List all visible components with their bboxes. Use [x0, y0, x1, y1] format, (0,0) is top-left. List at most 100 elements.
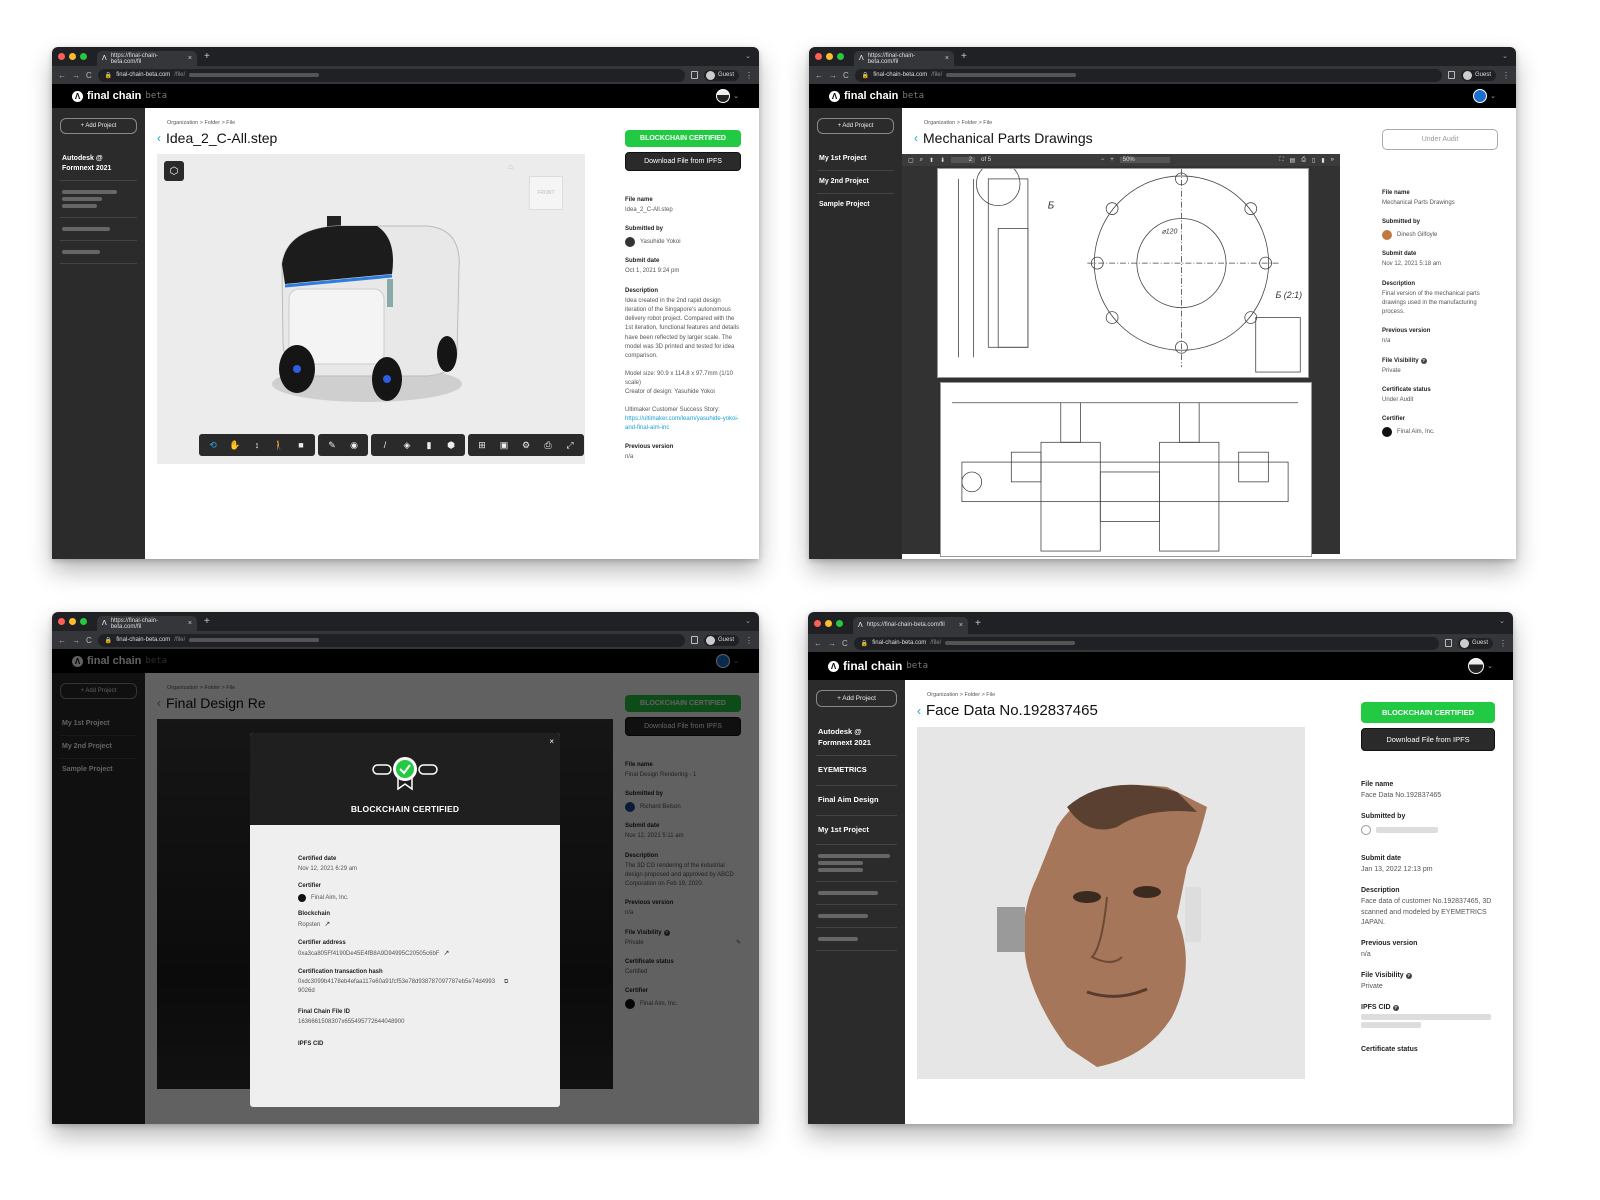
- maximize-window-button[interactable]: [80, 618, 87, 625]
- maximize-window-button[interactable]: [80, 53, 87, 60]
- brand-logo[interactable]: Λfinal chainbeta: [828, 659, 928, 673]
- profile-button[interactable]: Guest: [703, 69, 739, 81]
- close-window-button[interactable]: [58, 53, 65, 60]
- translate-icon[interactable]: [690, 71, 698, 79]
- 3d-scan-viewer[interactable]: [917, 727, 1305, 1079]
- structure-icon[interactable]: ⊞: [471, 436, 493, 454]
- profile-button[interactable]: Guest: [1460, 69, 1496, 81]
- back-chevron-icon[interactable]: ‹: [917, 704, 921, 718]
- page-number-input[interactable]: 2: [951, 157, 976, 163]
- tab-search-icon[interactable]: ⌄: [745, 52, 751, 60]
- browser-tab[interactable]: Λ https://final-chain-beta.com/fil ×: [853, 616, 968, 634]
- address-bar[interactable]: 🔒 final-chain-beta.com/file/: [97, 68, 685, 82]
- address-bar[interactable]: 🔒 final-chain-beta.com/file/: [854, 68, 1442, 82]
- under-audit-button[interactable]: Under Audit: [1382, 129, 1498, 150]
- home-view-icon[interactable]: ⌂: [508, 162, 513, 171]
- walk-icon[interactable]: 🚶: [268, 436, 290, 454]
- sidebar-item-redacted[interactable]: [60, 181, 137, 219]
- browser-menu-icon[interactable]: ⋮: [745, 71, 753, 80]
- next-page-icon[interactable]: ⬇: [940, 157, 945, 164]
- 3d-model-viewer[interactable]: ⬡ ⌂ FRONT ⟲ ✋ ↕ 🚶 ■ ✎ ◉ / ◈ ▮ ⬢ ⊞ ▣ ⚙ ⎙ …: [157, 154, 585, 464]
- browser-tab[interactable]: Λ https://final-chain-beta.com/fil ×: [97, 51, 197, 66]
- model-browser-icon[interactable]: ⬡: [164, 161, 184, 181]
- reload-icon[interactable]: C: [843, 71, 849, 80]
- find-icon[interactable]: ⌕: [920, 157, 923, 164]
- pdf-viewer[interactable]: ▢ ⌕ ⬆ ⬇ 2 of 5 − + 50% ⛶ ▤ ⎙ ▯ ▮ » Б Б (…: [902, 154, 1340, 557]
- back-nav-icon[interactable]: ←: [815, 71, 823, 80]
- browser-menu-icon[interactable]: ⋮: [1499, 639, 1507, 648]
- close-tab-icon[interactable]: ×: [945, 55, 949, 62]
- zoom-select[interactable]: 50%: [1119, 157, 1170, 163]
- forward-nav-icon[interactable]: →: [828, 639, 836, 648]
- download-icon[interactable]: ▯: [1312, 157, 1315, 164]
- user-menu[interactable]: ⌄: [716, 89, 739, 103]
- section-icon[interactable]: ▮: [418, 436, 440, 454]
- blockchain-certified-button[interactable]: BLOCKCHAIN CERTIFIED: [1361, 702, 1495, 723]
- back-chevron-icon[interactable]: ‹: [157, 131, 161, 145]
- blockchain-certified-button[interactable]: BLOCKCHAIN CERTIFIED: [625, 130, 741, 147]
- view-cube[interactable]: FRONT: [529, 176, 563, 210]
- properties-icon[interactable]: ▣: [493, 436, 515, 454]
- markup-icon[interactable]: ✎: [321, 436, 343, 454]
- address-bar[interactable]: 🔒 final-chain-beta.com/file/: [853, 636, 1439, 650]
- browser-tab[interactable]: Λ https://final-chain-beta.com/fil ×: [854, 51, 954, 66]
- help-icon[interactable]: ?: [1392, 1004, 1399, 1011]
- sidebar-item-final-aim-design[interactable]: Final Aim Design: [816, 786, 897, 816]
- model-cube-icon[interactable]: ⬢: [440, 436, 462, 454]
- forward-nav-icon[interactable]: →: [829, 71, 837, 80]
- back-nav-icon[interactable]: ←: [58, 636, 66, 645]
- sidebar-item-redacted[interactable]: [816, 882, 897, 906]
- print-icon[interactable]: ⎙: [537, 436, 559, 454]
- brand-logo[interactable]: Λfinal chainbeta: [72, 90, 167, 102]
- pan-icon[interactable]: ✋: [224, 436, 246, 454]
- back-nav-icon[interactable]: ←: [58, 71, 66, 80]
- maximize-window-button[interactable]: [837, 53, 844, 60]
- sidebar-item-project[interactable]: Autodesk @ Formnext 2021: [60, 148, 137, 182]
- new-tab-button[interactable]: +: [204, 616, 210, 627]
- dolly-icon[interactable]: ↕: [246, 436, 268, 454]
- tab-search-icon[interactable]: ⌄: [745, 617, 751, 625]
- sidebar-item-my-1st-project[interactable]: My 1st Project: [816, 816, 897, 846]
- help-icon[interactable]: ?: [1405, 973, 1412, 980]
- translate-icon[interactable]: [1447, 71, 1455, 79]
- new-tab-button[interactable]: +: [975, 618, 981, 629]
- sidebar-toggle-icon[interactable]: ▢: [908, 157, 914, 164]
- sidebar-item-autodesk[interactable]: Autodesk @ Formnext 2021: [816, 721, 897, 756]
- sidepanel-icon[interactable]: [1444, 639, 1452, 647]
- open-file-icon[interactable]: ▤: [1290, 157, 1296, 164]
- back-nav-icon[interactable]: ←: [814, 639, 822, 648]
- reload-icon[interactable]: C: [86, 71, 92, 80]
- minimize-window-button[interactable]: [69, 618, 76, 625]
- user-menu[interactable]: ⌄: [1468, 658, 1493, 674]
- profile-button[interactable]: Guest: [703, 634, 739, 646]
- close-window-button[interactable]: [815, 53, 822, 60]
- sidebar-item-redacted[interactable]: [816, 905, 897, 929]
- add-project-button[interactable]: + Add Project: [817, 118, 894, 134]
- close-tab-icon[interactable]: ×: [188, 55, 192, 62]
- minimize-window-button[interactable]: [826, 53, 833, 60]
- translate-icon[interactable]: [690, 636, 698, 644]
- sidebar-item-redacted[interactable]: [816, 928, 897, 952]
- back-chevron-icon[interactable]: ‹: [914, 131, 918, 145]
- reload-icon[interactable]: C: [86, 636, 92, 645]
- sidebar-item-redacted[interactable]: [816, 845, 897, 883]
- new-tab-button[interactable]: +: [961, 51, 967, 62]
- reload-icon[interactable]: C: [842, 639, 848, 648]
- sidebar-item-my-2nd-project[interactable]: My 2nd Project: [817, 171, 894, 195]
- new-tab-button[interactable]: +: [204, 51, 210, 62]
- forward-nav-icon[interactable]: →: [72, 636, 80, 645]
- download-ipfs-button[interactable]: Download File from IPFS: [625, 152, 741, 171]
- camera-icon[interactable]: ■: [290, 436, 312, 454]
- close-tab-icon[interactable]: ×: [959, 622, 963, 629]
- close-modal-icon[interactable]: ×: [549, 737, 554, 746]
- previous-page-icon[interactable]: ⬆: [929, 157, 934, 164]
- minimize-window-button[interactable]: [69, 53, 76, 60]
- explode-icon[interactable]: ◈: [396, 436, 418, 454]
- external-link-icon[interactable]: ↗: [324, 921, 330, 928]
- add-project-button[interactable]: + Add Project: [60, 118, 137, 134]
- browser-menu-icon[interactable]: ⋮: [745, 636, 753, 645]
- more-tools-icon[interactable]: »: [1331, 157, 1334, 163]
- fullscreen-icon[interactable]: ⤢: [559, 436, 581, 454]
- profile-button[interactable]: Guest: [1457, 637, 1493, 649]
- zoom-out-icon[interactable]: −: [1101, 157, 1105, 163]
